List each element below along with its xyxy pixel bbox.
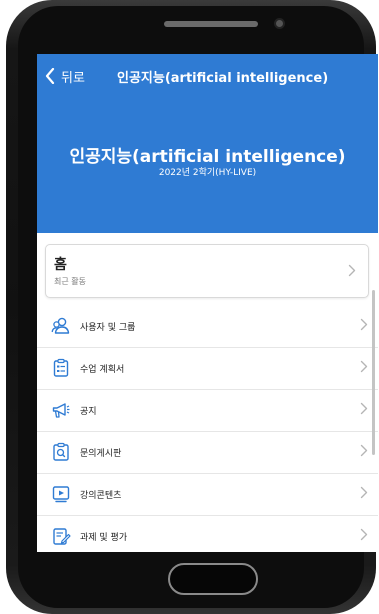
course-term: 2022년 2학기(HY-LIVE) <box>158 168 257 178</box>
chevron-left-icon <box>45 68 55 84</box>
menu-label: 강의콘텐츠 <box>80 491 122 501</box>
menu-item-assignment[interactable]: 과제 및 평가 <box>37 516 378 552</box>
chevron-right-icon <box>360 360 368 373</box>
back-label: 뒤로 <box>61 70 85 86</box>
menu-item-syllabus[interactable]: 수업 계획서 <box>37 348 378 390</box>
menu-item-notice[interactable]: 공지 <box>37 390 378 432</box>
nav-title: 인공지능(artificial intelligence) <box>117 71 329 86</box>
menu-item-users[interactable]: 사용자 및 그룹 <box>37 306 378 348</box>
front-camera <box>276 20 283 27</box>
inquiry-board-icon <box>53 442 69 461</box>
course-menu: 사용자 및 그룹 수업 계획서 공지 문의게시판 강의콘텐츠 과제 및 평가 <box>37 306 378 552</box>
course-header: 뒤로 인공지능(artificial intelligence) 인공지능(ar… <box>37 54 378 233</box>
back-button[interactable]: 뒤로 <box>45 66 85 86</box>
home-card[interactable]: 홈 최근 활동 <box>45 244 369 298</box>
home-subtitle: 최근 활동 <box>54 277 86 286</box>
chevron-right-icon <box>360 402 368 415</box>
chevron-right-icon <box>360 486 368 499</box>
video-content-icon <box>52 486 70 503</box>
syllabus-icon <box>53 358 69 377</box>
chevron-right-icon <box>360 318 368 331</box>
course-title: 인공지능(artificial intelligence) <box>69 147 346 167</box>
scrollbar[interactable] <box>372 290 375 455</box>
speaker-grille <box>164 21 258 27</box>
menu-label: 과제 및 평가 <box>80 533 128 543</box>
chevron-right-icon <box>360 528 368 541</box>
menu-label: 수업 계획서 <box>80 365 125 375</box>
menu-label: 공지 <box>80 407 97 417</box>
menu-label: 문의게시판 <box>80 449 122 459</box>
chevron-right-icon <box>348 264 356 277</box>
menu-label: 사용자 및 그룹 <box>80 323 136 333</box>
home-title: 홈 <box>54 257 67 273</box>
menu-item-video-content[interactable]: 강의콘텐츠 <box>37 474 378 516</box>
chevron-right-icon <box>360 444 368 457</box>
assignment-icon <box>53 528 71 545</box>
app-screen: 뒤로 인공지능(artificial intelligence) 인공지능(ar… <box>37 54 378 552</box>
megaphone-icon <box>52 403 70 418</box>
menu-item-inquiry[interactable]: 문의게시판 <box>37 432 378 474</box>
home-button[interactable] <box>168 563 258 595</box>
users-icon <box>51 317 70 334</box>
